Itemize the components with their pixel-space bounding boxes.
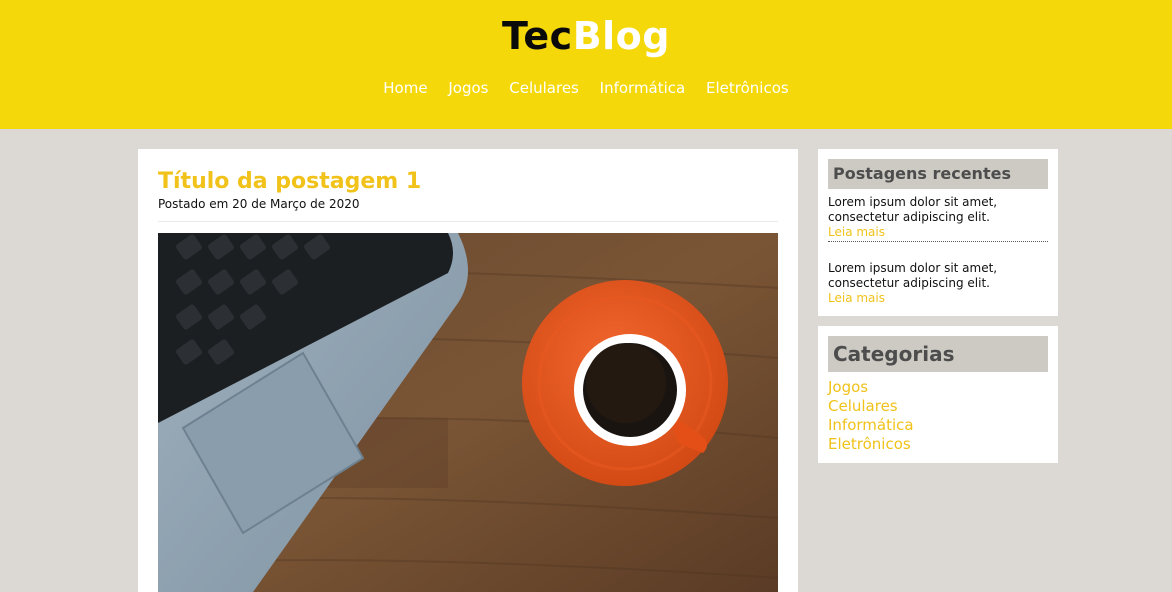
nav-item-jogos[interactable]: Jogos bbox=[448, 79, 488, 97]
site-logo[interactable]: TecBlog bbox=[0, 14, 1172, 58]
categories-list: Jogos Celulares Informática Eletrônicos bbox=[828, 378, 914, 454]
nav-item-informatica[interactable]: Informática bbox=[600, 79, 686, 97]
logo-part-blog: Blog bbox=[572, 14, 670, 58]
logo-part-tec: Tec bbox=[502, 14, 573, 58]
laptop-coffee-photo-icon bbox=[158, 233, 778, 592]
post-image bbox=[158, 233, 778, 592]
category-link-eletronicos[interactable]: Eletrônicos bbox=[828, 435, 914, 454]
recent-post-item: Lorem ipsum dolor sit amet, consectetur … bbox=[828, 261, 1048, 306]
categories-title: Categorias bbox=[828, 336, 1048, 372]
read-more-link[interactable]: Leia mais bbox=[828, 225, 1048, 240]
recent-post-text: Lorem ipsum dolor sit amet, consectetur … bbox=[828, 195, 998, 224]
category-link-informatica[interactable]: Informática bbox=[828, 416, 914, 435]
nav-item-home[interactable]: Home bbox=[383, 79, 427, 97]
category-link-celulares[interactable]: Celulares bbox=[828, 397, 914, 416]
categories-widget: Categorias Jogos Celulares Informática E… bbox=[818, 326, 1058, 463]
read-more-link[interactable]: Leia mais bbox=[828, 291, 1048, 306]
post-date: Postado em 20 de Março de 2020 bbox=[158, 197, 360, 211]
main-nav: Home Jogos Celulares Informática Eletrôn… bbox=[0, 79, 1172, 97]
recent-posts-widget: Postagens recentes Lorem ipsum dolor sit… bbox=[818, 149, 1058, 316]
recent-post-text: Lorem ipsum dolor sit amet, consectetur … bbox=[828, 261, 998, 290]
recent-post-item: Lorem ipsum dolor sit amet, consectetur … bbox=[828, 195, 1048, 242]
category-link-jogos[interactable]: Jogos bbox=[828, 378, 914, 397]
post-title[interactable]: Título da postagem 1 bbox=[158, 169, 421, 194]
site-header: TecBlog Home Jogos Celulares Informática… bbox=[0, 0, 1172, 129]
post-divider bbox=[158, 221, 778, 222]
post-card: Título da postagem 1 Postado em 20 de Ma… bbox=[138, 149, 798, 592]
recent-posts-title: Postagens recentes bbox=[828, 159, 1048, 189]
nav-item-eletronicos[interactable]: Eletrônicos bbox=[706, 79, 789, 97]
nav-item-celulares[interactable]: Celulares bbox=[509, 79, 579, 97]
